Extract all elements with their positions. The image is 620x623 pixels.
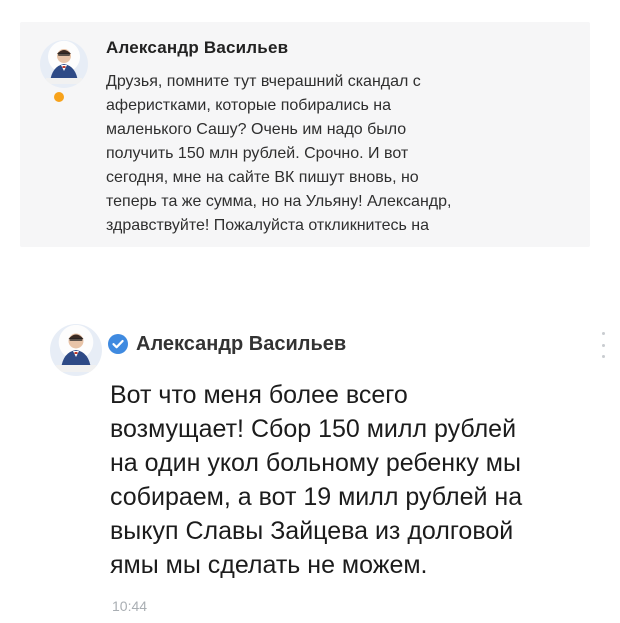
message-time: 10:44	[112, 598, 148, 614]
online-status-dot	[54, 92, 64, 102]
message: Александр Васильев Вот что меня более вс…	[0, 300, 620, 623]
menu-dot	[601, 343, 605, 347]
menu-dot	[601, 332, 605, 335]
message-text: Вот что меня более всего возмущает! Сбор…	[110, 381, 523, 579]
author-avatar[interactable]	[40, 40, 88, 88]
menu-dot	[601, 355, 605, 358]
verified-check-icon	[108, 334, 128, 354]
author-name[interactable]: Александр Васильев	[136, 333, 346, 356]
more-vertical-icon[interactable]	[600, 332, 606, 358]
author-name[interactable]: Александр Васильев	[106, 38, 288, 58]
message-preview-text: Друзья, помните тут вчерашний скандал с …	[106, 73, 452, 234]
message-preview-card[interactable]: Александр Васильев Друзья, помните тут в…	[20, 22, 590, 247]
author-avatar[interactable]	[50, 324, 102, 376]
